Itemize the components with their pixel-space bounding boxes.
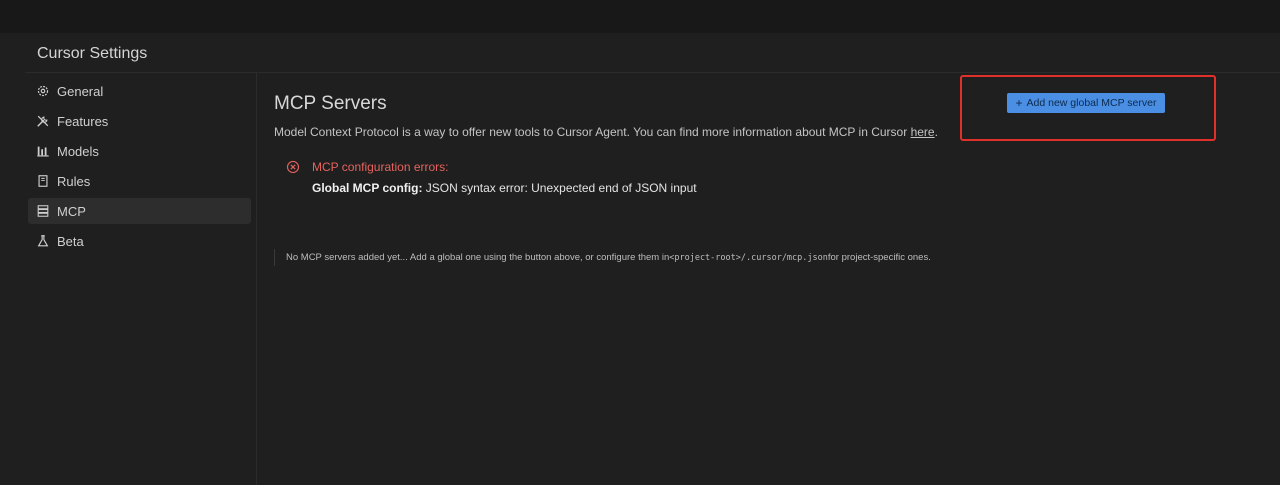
mcp-config-path: <project-root>/.cursor/mcp.json <box>669 252 828 263</box>
mcp-error-block: MCP configuration errors: Global MCP con… <box>286 160 886 200</box>
sidebar-item-models[interactable]: Models <box>28 138 251 164</box>
error-detail: Global MCP config: JSON syntax error: Un… <box>312 181 697 195</box>
empty-note-suffix: for project-specific ones. <box>827 252 931 263</box>
tools-icon <box>36 114 50 128</box>
sidebar-item-features[interactable]: Features <box>28 108 251 134</box>
mcp-content: MCP Servers Model Context Protocol is a … <box>274 73 1264 485</box>
description-end: . <box>934 125 938 139</box>
plus-icon: + <box>1015 96 1023 110</box>
page-title: Cursor Settings <box>37 45 148 62</box>
sidebar-item-beta[interactable]: Beta <box>28 228 251 254</box>
settings-sidebar: General Features Models Rules MCP Beta <box>25 73 257 485</box>
sidebar-item-label: Models <box>57 143 99 159</box>
sidebar-item-label: Features <box>57 113 109 129</box>
add-button-label: Add new global MCP server <box>1026 97 1157 109</box>
description-text: Model Context Protocol is a way to offer… <box>274 125 911 139</box>
mcp-docs-link[interactable]: here <box>911 125 935 139</box>
error-detail-text: JSON syntax error: Unexpected end of JSO… <box>422 181 697 195</box>
gear-icon <box>36 84 50 98</box>
empty-servers-note: No MCP servers added yet... Add a global… <box>274 249 931 266</box>
error-detail-label: Global MCP config: <box>312 181 423 195</box>
sidebar-item-label: Beta <box>57 233 84 249</box>
sidebar-item-label: Rules <box>57 173 91 189</box>
flask-icon <box>36 234 50 248</box>
title-bar <box>0 0 1280 33</box>
settings-page: Cursor Settings General Features Models … <box>0 33 1280 485</box>
section-title: MCP Servers <box>274 93 387 114</box>
sidebar-item-rules[interactable]: Rules <box>28 168 251 194</box>
bar-chart-icon <box>36 144 50 158</box>
empty-note-prefix: No MCP servers added yet... Add a global… <box>286 252 670 263</box>
book-icon <box>36 174 50 188</box>
server-icon <box>36 204 50 218</box>
error-circle-icon <box>286 160 300 174</box>
sidebar-item-mcp[interactable]: MCP <box>28 198 251 224</box>
sidebar-item-general[interactable]: General <box>28 78 251 104</box>
sidebar-item-label: MCP <box>57 203 86 219</box>
add-global-mcp-server-button[interactable]: + Add new global MCP server <box>1007 93 1165 113</box>
error-title: MCP configuration errors: <box>312 160 449 174</box>
section-description: Model Context Protocol is a way to offer… <box>274 125 938 139</box>
sidebar-item-label: General <box>57 83 104 99</box>
